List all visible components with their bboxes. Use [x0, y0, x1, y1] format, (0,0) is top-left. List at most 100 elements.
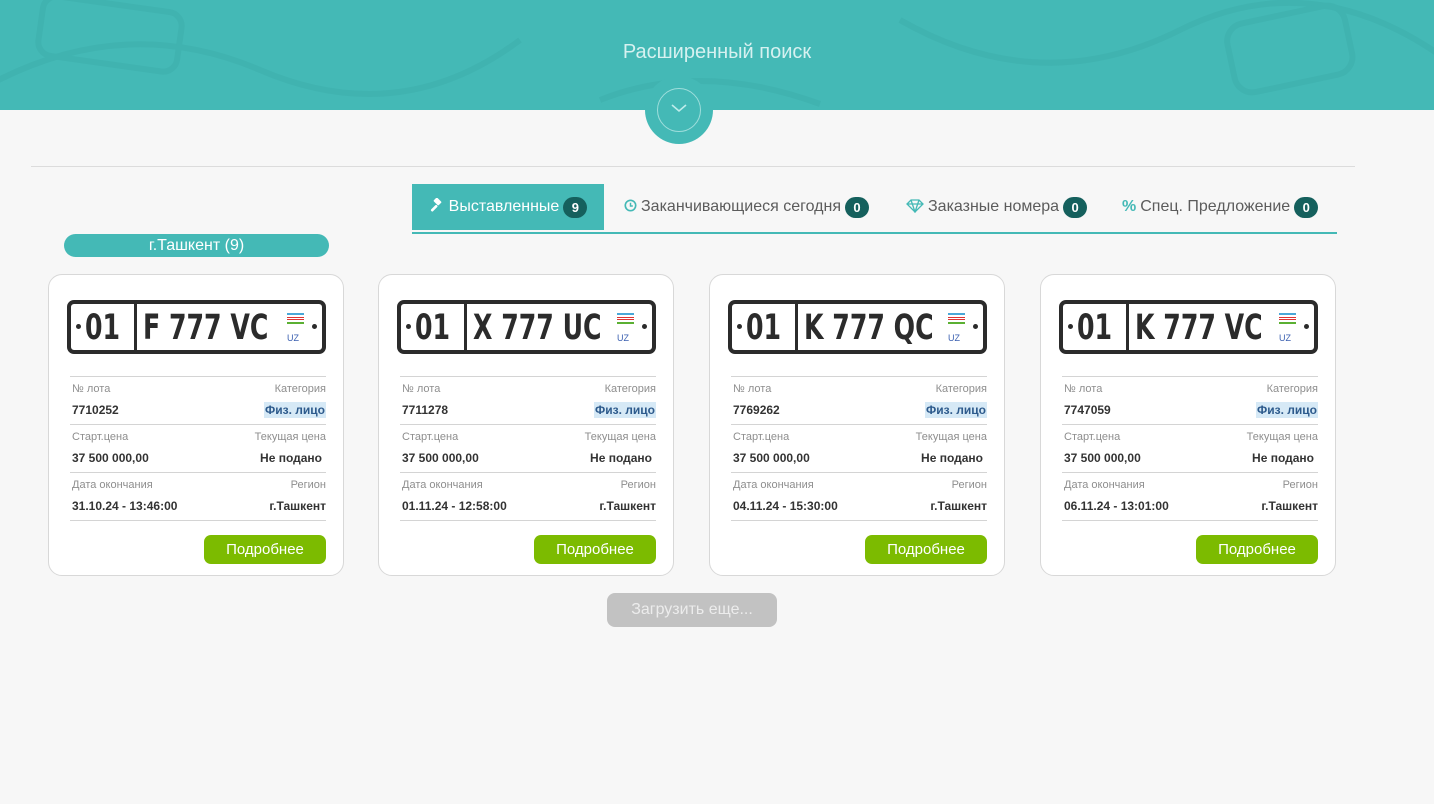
lot-card: 01 F 777 VC UZ № лота Категория 7710252 … — [48, 274, 344, 576]
lot-tabs: Выставленные 9 Заканчивающиеся сегодня 0… — [412, 184, 1337, 234]
price-info-row: Старт.цена Текущая цена 37 500 000,00 Не… — [400, 424, 656, 472]
region-label: Регион — [290, 479, 326, 491]
end-date-value: 31.10.24 - 13:46:00 — [72, 499, 178, 513]
current-price-value: Не подано — [590, 451, 652, 465]
start-price-label: Старт.цена — [72, 431, 129, 443]
expand-search-toggle[interactable] — [645, 76, 713, 144]
advanced-search-header: Расширенный поиск — [0, 0, 1434, 110]
lot-number-label: № лота — [733, 383, 772, 395]
start-price-value: 37 500 000,00 — [402, 451, 479, 465]
current-price-label: Текущая цена — [254, 431, 326, 443]
region-label: Регион — [951, 479, 987, 491]
category-value: Физ. лицо — [1256, 402, 1318, 418]
plate-country-code: UZ — [1279, 333, 1291, 343]
lot-number-value: 7710252 — [72, 403, 119, 417]
date-info-row: Дата окончания Регион 01.11.24 - 12:58:0… — [400, 472, 656, 521]
current-price-label: Текущая цена — [915, 431, 987, 443]
tab-special-offer[interactable]: % Спец. Предложение 0 — [1122, 184, 1319, 230]
price-info-row: Старт.цена Текущая цена 37 500 000,00 Не… — [1062, 424, 1318, 472]
plate-country-code: UZ — [287, 333, 299, 343]
region-label: Регион — [1282, 479, 1318, 491]
lot-card: 01 X 777 UC UZ № лота Категория 7711278 … — [378, 274, 674, 576]
lot-number-label: № лота — [1064, 383, 1103, 395]
category-value: Физ. лицо — [594, 402, 656, 418]
category-value: Физ. лицо — [264, 402, 326, 418]
chevron-down-icon — [671, 104, 687, 113]
plate-number: X 777 UC — [473, 308, 602, 348]
lot-number-label: № лота — [402, 383, 441, 395]
start-price-value: 37 500 000,00 — [733, 451, 810, 465]
lot-number-value: 7769262 — [733, 403, 780, 417]
lot-info-row: № лота Категория 7747059 Физ. лицо — [1062, 376, 1318, 424]
tab-count-badge: 0 — [1294, 196, 1319, 218]
plate-country-code: UZ — [617, 333, 629, 343]
start-price-label: Старт.цена — [1064, 431, 1121, 443]
lot-info-row: № лота Категория 7710252 Физ. лицо — [70, 376, 326, 424]
region-value: г.Ташкент — [599, 499, 656, 513]
lot-card: 01 K 777 VC UZ № лота Категория 7747059 … — [1040, 274, 1336, 576]
current-price-label: Текущая цена — [584, 431, 656, 443]
end-date-label: Дата окончания — [402, 479, 483, 491]
end-date-label: Дата окончания — [72, 479, 153, 491]
plate-bolt-right — [973, 324, 978, 329]
category-label: Категория — [935, 383, 987, 395]
diamond-icon — [906, 198, 924, 216]
date-info-row: Дата окончания Регион 04.11.24 - 15:30:0… — [731, 472, 987, 521]
category-label: Категория — [1266, 383, 1318, 395]
plate-separator — [1126, 304, 1129, 350]
uz-flag-icon — [617, 313, 634, 326]
tab-custom-numbers[interactable]: Заказные номера 0 — [906, 184, 1088, 230]
uz-flag-icon — [948, 313, 965, 326]
region-value: г.Ташкент — [269, 499, 326, 513]
lot-number-value: 7711278 — [402, 403, 449, 417]
tab-exhibited[interactable]: Выставленные 9 — [412, 184, 604, 230]
lot-info-row: № лота Категория 7711278 Физ. лицо — [400, 376, 656, 424]
end-date-value: 01.11.24 - 12:58:00 — [402, 499, 507, 513]
load-more-button[interactable]: Загрузить еще... — [607, 593, 777, 627]
tab-ending-today[interactable]: Заканчивающиеся сегодня 0 — [624, 184, 870, 230]
end-date-value: 06.11.24 - 13:01:00 — [1064, 499, 1169, 513]
tab-count-badge: 0 — [1063, 196, 1088, 218]
region-value: г.Ташкент — [930, 499, 987, 513]
plate-separator — [134, 304, 137, 350]
lot-info-row: № лота Категория 7769262 Физ. лицо — [731, 376, 987, 424]
category-label: Категория — [604, 383, 656, 395]
tab-label: Спец. Предложение — [1140, 198, 1291, 215]
license-plate: 01 X 777 UC UZ — [397, 300, 656, 354]
end-date-label: Дата окончания — [1064, 479, 1145, 491]
start-price-value: 37 500 000,00 — [72, 451, 149, 465]
category-value: Физ. лицо — [925, 402, 987, 418]
current-price-value: Не подано — [260, 451, 322, 465]
tab-label: Выставленные — [448, 198, 560, 215]
page-title: Расширенный поиск — [622, 41, 812, 63]
clock-icon — [624, 199, 637, 215]
city-filter-pill[interactable]: г.Ташкент (9) — [64, 234, 329, 257]
start-price-value: 37 500 000,00 — [1064, 451, 1141, 465]
plate-separator — [795, 304, 798, 350]
plate-bolt-right — [312, 324, 317, 329]
details-button[interactable]: Подробнее — [865, 535, 987, 564]
price-info-row: Старт.цена Текущая цена 37 500 000,00 Не… — [731, 424, 987, 472]
plate-separator — [464, 304, 467, 350]
license-plate: 01 K 777 VC UZ — [1059, 300, 1318, 354]
region-label: Регион — [620, 479, 656, 491]
current-price-value: Не подано — [921, 451, 983, 465]
plate-number: K 777 QC — [804, 308, 934, 348]
plate-bolt-left — [76, 324, 81, 329]
plate-region-code: 01 — [746, 308, 782, 348]
plate-number: F 777 VC — [143, 308, 269, 348]
plate-region-code: 01 — [415, 308, 451, 348]
current-price-label: Текущая цена — [1246, 431, 1318, 443]
tab-label: Заказные номера — [928, 198, 1060, 215]
current-price-value: Не подано — [1252, 451, 1314, 465]
percent-icon: % — [1122, 198, 1137, 215]
details-button[interactable]: Подробнее — [1196, 535, 1318, 564]
lot-card: 01 K 777 QC UZ № лота Категория 7769262 … — [709, 274, 1005, 576]
details-button[interactable]: Подробнее — [204, 535, 326, 564]
license-plate: 01 F 777 VC UZ — [67, 300, 326, 354]
plate-region-code: 01 — [85, 308, 121, 348]
tab-count-badge: 9 — [563, 196, 588, 218]
plate-bolt-left — [1068, 324, 1073, 329]
details-button[interactable]: Подробнее — [534, 535, 656, 564]
category-label: Категория — [274, 383, 326, 395]
